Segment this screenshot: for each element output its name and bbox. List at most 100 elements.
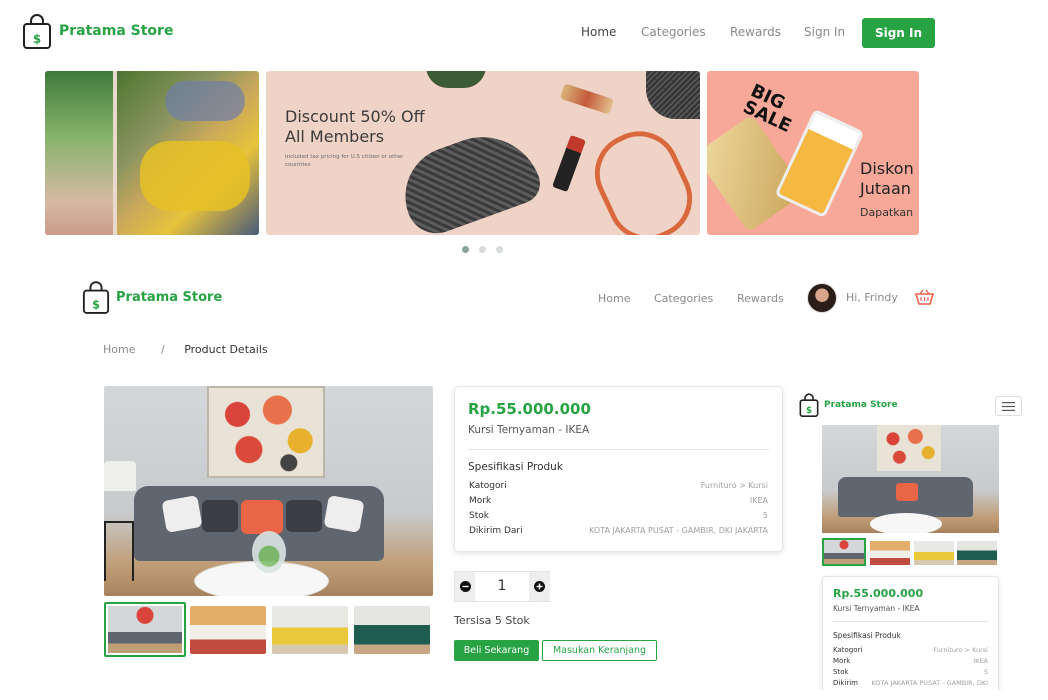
hamburger-menu-button[interactable] (995, 396, 1022, 416)
mobile-thumbnail-4[interactable] (957, 541, 997, 565)
pillow-orange (241, 500, 283, 534)
banner-title-line2: All Members (285, 127, 385, 146)
side-table (104, 521, 134, 581)
nav-signin-link[interactable]: Sign In (804, 25, 845, 39)
right-banner-line3: Dapatkan (860, 206, 914, 219)
svg-text:$: $ (806, 406, 812, 416)
signin-button[interactable]: Sign In (862, 18, 935, 48)
minus-button[interactable] (455, 572, 475, 601)
divider (833, 621, 988, 622)
mobile-product-price: Rp.55.000.000 (833, 587, 924, 600)
spec-value: KOTA JAKARTA PUSAT - GAMBIR, DKI JAKARTA (589, 526, 768, 535)
carousel-dot-2[interactable] (479, 246, 486, 253)
product-price: Rp.55.000.000 (468, 400, 591, 418)
spec-value: Furnituro > Kursi (933, 646, 988, 654)
avatar[interactable] (807, 283, 837, 313)
wall-painting (207, 386, 325, 478)
mobile-thumbnail-2[interactable] (870, 541, 910, 565)
product-main-image[interactable] (104, 386, 433, 596)
phone-hand-illustration (45, 71, 117, 235)
banner-title-line1: Discount 50% Off (285, 107, 425, 126)
spec-row-category: Katogori Furnituro > Kursi (469, 481, 768, 495)
spec-key: Stok (833, 668, 849, 676)
spec-title: Spesifikasi Produk (468, 461, 563, 473)
quantity-stepper: 1 (454, 571, 550, 602)
spec-row-shipping: Dikirim Dari KOTA JAKARTA PUSAT - GAMBIR… (469, 526, 768, 540)
breadcrumb-separator: / (160, 343, 165, 356)
lipstick-case-illustration (559, 83, 615, 115)
brand-logo-text[interactable]: Pratama Store (116, 290, 222, 305)
carousel-slide-bigsale[interactable]: BIG SALE Diskon Jutaan Dapatkan (707, 71, 919, 235)
mobile-spec-row-stock: Stok 5 (833, 668, 988, 679)
nav-home-link[interactable]: Home (598, 292, 630, 305)
spec-value: 5 (983, 668, 988, 676)
fabric-corner (646, 71, 700, 119)
breadcrumb-home[interactable]: Home (103, 343, 135, 356)
glass-vase (252, 531, 286, 573)
product-thumbnail-1[interactable] (104, 602, 186, 657)
stock-remaining: Tersisa 5 Stok (454, 614, 530, 627)
pillow-white-2 (323, 495, 365, 533)
shopping-bag-logo-icon[interactable]: $ (82, 281, 110, 315)
spec-value: KOTA JAKARTA PUSAT - GAMBIR, DKI (871, 679, 988, 687)
mobile-spec-row-shipping: Dikirim KOTA JAKARTA PUSAT - GAMBIR, DKI (833, 679, 988, 690)
carousel-dot-1[interactable] (462, 246, 469, 253)
product-thumbnail-2[interactable] (190, 606, 266, 654)
product-thumbnail-4[interactable] (354, 606, 430, 654)
mobile-brand-logo-text[interactable]: Pratama Store (824, 400, 898, 410)
nav-rewards-link[interactable]: Rewards (730, 25, 781, 39)
spec-key: Katogori (833, 646, 863, 654)
bokeh-lights (165, 81, 245, 121)
spec-key: Dikirim (833, 679, 858, 687)
shopping-bag-logo-icon[interactable]: $ (799, 393, 819, 418)
carousel-slide-phone[interactable] (45, 71, 259, 235)
pillow-dark-2 (286, 500, 322, 532)
buy-now-button[interactable]: Beli Sekarang (454, 640, 539, 661)
minus-icon (459, 581, 471, 592)
mobile-spec-title: Spesifikasi Produk (833, 631, 901, 640)
coffee-table (870, 513, 942, 533)
plus-button[interactable] (529, 572, 550, 601)
right-banner-line2: Jutaan (860, 179, 911, 198)
banner-small-text: Included tax pricing for U.S citizen or … (285, 154, 404, 168)
product-thumbnail-3[interactable] (272, 606, 348, 654)
spec-row-stock: Stok 5 (469, 511, 768, 525)
svg-text:$: $ (92, 298, 100, 311)
nav-home-link[interactable]: Home (581, 25, 616, 39)
spec-value: IKEA (749, 496, 768, 505)
mobile-product-name: Kursi Ternyaman - IKEA (833, 604, 920, 613)
shopping-bag-logo-icon[interactable]: $ (22, 14, 52, 50)
mobile-preview: $ Pratama Store Rp.55.000.000 Kursi Tern… (795, 390, 1027, 690)
right-banner-line1: Diskon (860, 159, 914, 178)
nav-rewards-link[interactable]: Rewards (737, 292, 784, 305)
add-to-cart-button[interactable]: Masukan Keranjang (542, 640, 657, 661)
mobile-product-info-card: Rp.55.000.000 Kursi Ternyaman - IKEA Spe… (822, 576, 999, 690)
divider (468, 449, 769, 450)
mobile-spec-row-brand: Mork IKEA (833, 657, 988, 668)
pillow-white (161, 495, 203, 533)
nav-categories-link[interactable]: Categories (641, 25, 706, 39)
spec-value: IKEA (973, 657, 988, 665)
product-info-card: Rp.55.000.000 Kursi Ternyaman - IKEA Spe… (454, 386, 783, 552)
quantity-input[interactable]: 1 (475, 572, 529, 601)
shopping-cart-icon[interactable] (914, 289, 935, 306)
nav-categories-link[interactable]: Categories (654, 292, 713, 305)
floor-lamp (104, 461, 136, 491)
product-name: Kursi Ternyaman - IKEA (468, 424, 590, 436)
carousel-slide-discount[interactable]: Discount 50% Off All Members Included ta… (266, 71, 700, 235)
mobile-product-image[interactable] (822, 425, 999, 533)
pillow-dark (202, 500, 238, 532)
breadcrumb-current: Product Details (184, 343, 268, 356)
mobile-thumbnail-1[interactable] (822, 538, 866, 566)
spec-key: Stok (469, 511, 489, 521)
spec-key: Dikirim Dari (469, 526, 523, 536)
user-greeting[interactable]: Hi, Frindy (846, 291, 898, 304)
plus-icon (534, 581, 545, 592)
carousel-dot-3[interactable] (496, 246, 503, 253)
spec-key: Mork (469, 496, 492, 506)
breadcrumb: Home / Product Details (103, 343, 268, 356)
wall-painting (877, 425, 941, 471)
mobile-thumbnail-3[interactable] (914, 541, 954, 565)
brand-logo-text[interactable]: Pratama Store (59, 23, 173, 39)
top-navbar: $ Pratama Store Home Categories Rewards … (0, 0, 1048, 64)
